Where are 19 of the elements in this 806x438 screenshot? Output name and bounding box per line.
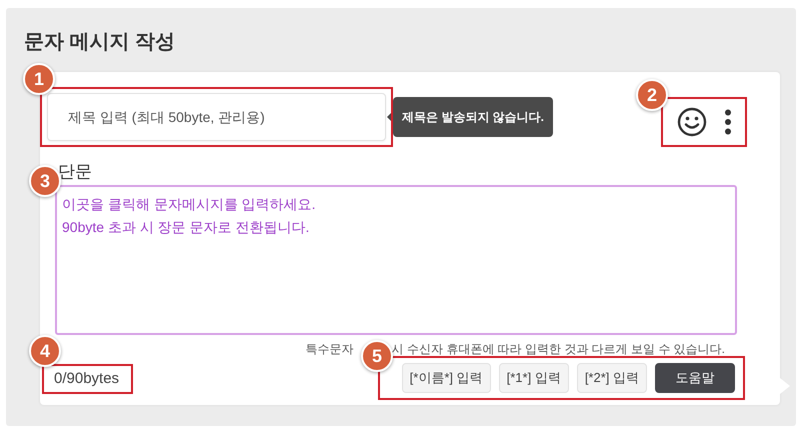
notice-text: 특수문자 <box>306 341 354 357</box>
smiley-icon[interactable] <box>677 107 707 137</box>
callout-badge: 3 <box>29 165 61 197</box>
byte-counter: 0/90bytes <box>54 370 120 387</box>
message-field[interactable]: 이곳을 클릭해 문자메시지를 입력하세요. 90byte 초과 시 장문 문자로 전환됩니다. <box>55 185 737 335</box>
callout-badge: 5 <box>361 340 393 372</box>
message-type-label: 단문 <box>58 161 92 183</box>
callout-badge: 1 <box>23 63 55 95</box>
callout-badge: 2 <box>636 79 668 111</box>
subject-field[interactable]: 제목 입력 (최대 50byte, 관리용) <box>47 93 386 141</box>
help-button[interactable]: 도움말 <box>655 363 735 393</box>
tooltip: 제목은 발송되지 않습니다. <box>393 97 554 137</box>
callout-badge: 4 <box>29 335 61 367</box>
insert-button[interactable]: [*2*] 입력 <box>576 363 647 393</box>
notice-text: 시 수신자 휴대폰에 따라 입력한 것과 다르게 보일 수 있습니다. <box>392 341 725 357</box>
insert-button[interactable]: [*이름*] 입력 <box>402 363 491 393</box>
page-title: 문자 메시지 작성 <box>24 30 176 55</box>
more-icon[interactable] <box>725 109 731 135</box>
insert-button[interactable]: [*1*] 입력 <box>498 363 569 393</box>
